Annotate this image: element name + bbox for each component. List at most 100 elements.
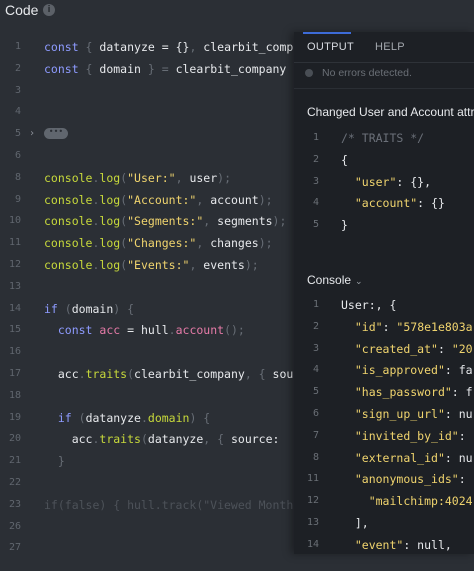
code-text: if (domain) { <box>44 301 135 316</box>
output-line: 11 "anonymous_ids": <box>294 468 474 490</box>
line-number: 15 <box>8 324 21 336</box>
folded-code-icon[interactable]: ••• <box>44 128 68 140</box>
line-number: 14 <box>306 538 319 550</box>
page-title: Code <box>5 2 39 18</box>
line-number: 22 <box>8 477 21 488</box>
output-line: 5} <box>294 214 474 236</box>
status-dot-icon <box>305 69 313 77</box>
line-number: 5 <box>312 219 319 231</box>
output-line: 1 User:, { <box>294 294 474 316</box>
line-number: 7 <box>312 429 319 441</box>
line-number: 3 <box>312 175 319 187</box>
code-text: console.log("Events:", events); <box>44 258 259 272</box>
line-number: 4 <box>312 364 319 376</box>
fold-arrow-icon[interactable]: › <box>29 123 35 145</box>
status-text: No errors detected. <box>322 67 412 79</box>
line-number: 11 <box>8 237 21 249</box>
output-line: 13 ], <box>294 512 474 534</box>
output-panel: OUTPUT HELP No errors detected. Changed … <box>294 32 474 554</box>
console-header[interactable]: Console ⌄ <box>307 273 363 287</box>
divider <box>294 88 474 89</box>
output-line: 14 "event": null, <box>294 534 474 554</box>
info-icon[interactable]: i <box>43 4 55 16</box>
output-text: ], <box>341 516 369 530</box>
code-text: console.log("Changes:", changes); <box>44 236 273 251</box>
line-number: 17 <box>8 368 21 379</box>
line-number: 18 <box>8 389 21 401</box>
line-number: 8 <box>312 451 319 463</box>
line-number: 12 <box>8 259 21 270</box>
output-text: "is_approved": fa <box>354 363 473 378</box>
tab-output[interactable]: OUTPUT <box>307 41 354 53</box>
code-text: console.log("Segments:", segments); <box>44 214 287 229</box>
line-number: 6 <box>14 150 21 161</box>
code-text: const { domain } = clearbit_company <box>44 61 287 76</box>
line-number: 1 <box>14 41 21 52</box>
output-text: /* TRAITS */ <box>341 131 425 145</box>
output-text: "has_password": f <box>354 385 473 400</box>
line-number: 3 <box>14 84 21 96</box>
output-text: "user": {}, <box>354 174 432 189</box>
output-line: 6 "sign_up_url": nu <box>294 403 474 425</box>
code-text: const acc = hull.account(); <box>44 323 245 338</box>
line-number: 14 <box>8 302 21 314</box>
output-line: 4 "account": {} <box>294 192 474 214</box>
output-line: 3 "created_at": "20 <box>294 338 474 360</box>
line-number: 27 <box>8 542 21 554</box>
output-text: "anonymous_ids": <box>354 472 466 487</box>
output-line: 12 "mailchimp:4024 <box>294 490 474 512</box>
output-text: "event": null, <box>354 537 452 552</box>
output-text: "external_id": nu <box>354 450 473 465</box>
output-line: 2{ <box>294 149 474 171</box>
line-number: 3 <box>312 342 319 354</box>
output-text: "account": {} <box>354 196 445 211</box>
code-header: Code i <box>0 0 474 22</box>
line-number: 23 <box>8 498 21 510</box>
line-number: 5 <box>14 128 21 140</box>
line-number: 19 <box>8 411 21 423</box>
output-line: 4 "is_approved": fa <box>294 359 474 381</box>
active-tab-indicator <box>303 32 351 34</box>
console-title: Console <box>307 273 352 287</box>
line-number: 6 <box>312 408 319 419</box>
line-number: 16 <box>8 346 21 358</box>
tab-help[interactable]: HELP <box>375 41 405 53</box>
output-line: 7 "invited_by_id": <box>294 425 474 447</box>
output-line: 3 "user": {}, <box>294 171 474 193</box>
code-text: } <box>44 454 65 469</box>
line-number: 4 <box>14 106 21 118</box>
line-number: 13 <box>306 517 319 528</box>
code-text: const { datanyze = {}, clearbit_company <box>44 40 315 54</box>
output-text: "sign_up_url": nu <box>354 407 473 421</box>
line-number: 13 <box>8 280 21 292</box>
output-text: User:, { <box>341 298 397 312</box>
line-number: 1 <box>312 299 319 310</box>
code-text: acc.traits(datanyze, { source: <box>44 432 287 447</box>
output-line: 5 "has_password": f <box>294 381 474 403</box>
line-number: 2 <box>312 153 319 165</box>
line-number: 8 <box>14 171 21 183</box>
output-line: 1 /* TRAITS */ <box>294 127 474 149</box>
panel-tabs: OUTPUT HELP <box>294 32 474 63</box>
output-text: "mailchimp:4024 <box>368 494 473 509</box>
line-number: 9 <box>14 193 21 205</box>
line-number: 10 <box>8 215 21 227</box>
code-text: if (datanyze.domain) { <box>44 410 211 425</box>
output-text: } <box>341 218 348 233</box>
line-number: 1 <box>312 132 319 143</box>
changed-title: Changed User and Account attri <box>307 105 474 119</box>
line-number: 26 <box>8 520 21 532</box>
chevron-down-icon[interactable]: ⌄ <box>355 276 363 286</box>
code-text: acc.traits(clearbit_company, { sou <box>44 367 294 381</box>
output-text: "invited_by_id": <box>354 428 466 443</box>
line-number: 4 <box>312 197 319 209</box>
line-number: 12 <box>306 495 319 507</box>
code-text: console.log("Account:", account); <box>44 192 273 207</box>
code-text: console.log("User:", user); <box>44 170 232 185</box>
output-text: { <box>341 152 348 167</box>
line-number: 2 <box>312 320 319 332</box>
line-number: 2 <box>14 62 21 74</box>
code-text: if(false) { hull.track("Viewed Month <box>44 497 294 512</box>
line-number: 20 <box>8 433 21 445</box>
line-number: 5 <box>312 386 319 398</box>
